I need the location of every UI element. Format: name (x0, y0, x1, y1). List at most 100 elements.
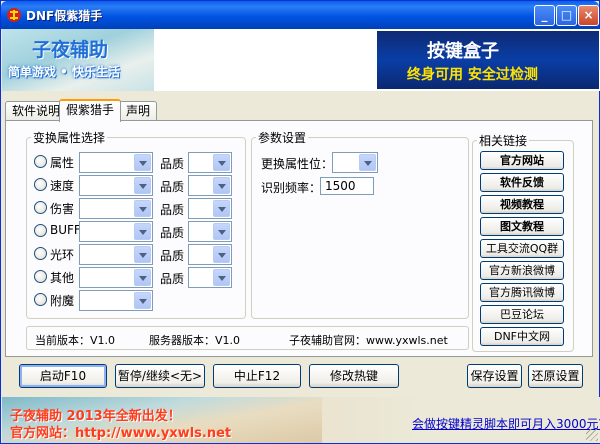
quality-label: 品质 (160, 226, 185, 240)
attr-select-attribute[interactable] (79, 152, 153, 173)
quality-select-speed[interactable] (188, 175, 232, 196)
attr-select-other[interactable] (79, 267, 153, 288)
quality-select-buff[interactable] (188, 221, 232, 242)
tab-statement[interactable]: 声明 (119, 101, 158, 121)
link-tencent-weibo[interactable]: 官方腾讯微博 (480, 283, 564, 302)
app-window: DNF假紫猎手 _ □ × 子夜辅助 简单游戏 • 快乐生活 按键盒子 终身可用… (0, 0, 600, 444)
quality-label: 品质 (160, 157, 185, 171)
quality-label: 品质 (160, 203, 185, 217)
official-website: 子夜辅助官网：www.yxwls.net (289, 334, 448, 347)
quality-select-attribute[interactable] (188, 152, 232, 173)
footer-ad-link[interactable]: 会做按键精灵脚本即可月入3000元？ (412, 415, 600, 432)
chevron-down-icon[interactable] (134, 200, 151, 217)
start-button[interactable]: 启动F10 (19, 364, 107, 388)
attr-select-speed[interactable] (79, 175, 153, 196)
chevron-down-icon[interactable] (359, 154, 376, 171)
attr-label: BUFF (50, 223, 81, 237)
chevron-down-icon[interactable] (213, 154, 230, 171)
chevron-down-icon[interactable] (134, 177, 151, 194)
resize-grip[interactable] (586, 429, 598, 441)
attr-row-enchant: 附魔 (34, 290, 244, 311)
attr-row-other: 其他 品质 (34, 267, 244, 288)
restore-settings-button[interactable]: 还原设置 (528, 364, 583, 388)
version-status-bar: 当前版本：V1.0 服务器版本：V1.0 子夜辅助官网：www.yxwls.ne… (26, 326, 469, 350)
attr-select-buff[interactable] (79, 221, 153, 242)
brand-banner: 子夜辅助 简单游戏 • 快乐生活 (2, 29, 154, 91)
minimize-button[interactable]: _ (534, 5, 555, 26)
quality-select-damage[interactable] (188, 198, 232, 219)
attr-radio-other[interactable] (34, 270, 47, 283)
attr-radio-damage[interactable] (34, 201, 47, 214)
link-official-site[interactable]: 官方网站 (480, 151, 564, 170)
link-video-tutorial[interactable]: 视频教程 (480, 195, 564, 214)
brand-title: 子夜辅助 (32, 39, 109, 61)
chevron-down-icon[interactable] (134, 154, 151, 171)
attr-radio-speed[interactable] (34, 178, 47, 191)
attr-select-enchant[interactable] (79, 290, 153, 311)
freq-input[interactable]: 1500 (320, 177, 374, 195)
chevron-down-icon[interactable] (134, 292, 151, 309)
header-banner: 子夜辅助 简单游戏 • 快乐生活 按键盒子 终身可用 安全过检测 (2, 29, 600, 91)
quality-label: 品质 (160, 249, 185, 263)
window-title: DNF假紫猎手 (26, 9, 103, 23)
close-button[interactable]: × (578, 5, 599, 26)
chevron-down-icon[interactable] (134, 246, 151, 263)
attr-select-aura[interactable] (79, 244, 153, 265)
attr-row-aura: 光环 品质 (34, 244, 244, 265)
link-dnf-chinese-site[interactable]: DNF中文网 (480, 327, 564, 346)
title-bar[interactable]: DNF假紫猎手 _ □ × (1, 1, 599, 29)
quality-select-other[interactable] (188, 267, 232, 288)
attr-radio-attribute[interactable] (34, 155, 47, 168)
quality-select-aura[interactable] (188, 244, 232, 265)
link-badou-forum[interactable]: 巴豆论坛 (480, 305, 564, 324)
change-slot-label: 更换属性位： (261, 157, 334, 171)
quality-label: 品质 (160, 180, 185, 194)
ad-slogan: 终身可用 安全过检测 (407, 67, 538, 83)
ad-banner[interactable]: 按键盒子 终身可用 安全过检测 (377, 31, 599, 89)
attr-label: 速度 (50, 179, 75, 193)
server-version: 服务器版本：V1.0 (149, 334, 241, 347)
chevron-down-icon[interactable] (213, 269, 230, 286)
attr-label: 其他 (50, 271, 75, 285)
attr-label: 光环 (50, 248, 75, 262)
link-feedback[interactable]: 软件反馈 (480, 173, 564, 192)
attr-row-damage: 伤害 品质 (34, 198, 244, 219)
link-text-tutorial[interactable]: 图文教程 (480, 217, 564, 236)
save-settings-button[interactable]: 保存设置 (467, 364, 522, 388)
attr-select-damage[interactable] (79, 198, 153, 219)
change-slot-select[interactable] (332, 152, 378, 173)
tab-panel: 变换属性选择 属性 品质 速度 品质 伤害 品质 BUFF 品质 光环 品质 其… (5, 120, 593, 357)
chevron-down-icon[interactable] (213, 200, 230, 217)
attr-row-attribute: 属性 品质 (34, 152, 244, 173)
attr-row-speed: 速度 品质 (34, 175, 244, 196)
tab-fake-purple-hunter[interactable]: 假紫猎手 (59, 99, 122, 122)
attr-group-legend: 变换属性选择 (33, 131, 106, 145)
app-logo-icon (7, 8, 21, 22)
chevron-down-icon[interactable] (213, 246, 230, 263)
link-sina-weibo[interactable]: 官方新浪微博 (480, 261, 564, 280)
chevron-down-icon[interactable] (213, 177, 230, 194)
pause-resume-button[interactable]: 暂停/继续<无> (115, 364, 205, 388)
attr-radio-enchant[interactable] (34, 293, 47, 306)
tab-software-info[interactable]: 软件说明 (5, 101, 68, 121)
footer-banner: 子夜辅助 2013年全新出发！ 官方网站：http://www.yxwls.ne… (2, 397, 600, 443)
links-group-legend: 相关链接 (479, 134, 528, 148)
freq-label: 识别频率： (261, 181, 322, 195)
attr-radio-buff[interactable] (34, 224, 47, 237)
quality-label: 品质 (160, 272, 185, 286)
footer-website[interactable]: 官方网站：http://www.yxwls.net (10, 422, 231, 441)
chevron-down-icon[interactable] (134, 223, 151, 240)
link-qq-group[interactable]: 工具交流QQ群 (480, 239, 564, 258)
modify-hotkey-button[interactable]: 修改热键 (309, 364, 399, 388)
chevron-down-icon[interactable] (213, 223, 230, 240)
attr-label: 属性 (50, 156, 75, 170)
chevron-down-icon[interactable] (134, 269, 151, 286)
stop-button[interactable]: 中止F12 (213, 364, 301, 388)
attr-label: 附魔 (50, 294, 75, 308)
attr-radio-aura[interactable] (34, 247, 47, 260)
current-version: 当前版本：V1.0 (35, 334, 116, 347)
attr-row-buff: BUFF 品质 (34, 221, 244, 242)
maximize-button[interactable]: □ (556, 5, 577, 26)
ad-title: 按键盒子 (427, 41, 499, 62)
attr-label: 伤害 (50, 202, 75, 216)
